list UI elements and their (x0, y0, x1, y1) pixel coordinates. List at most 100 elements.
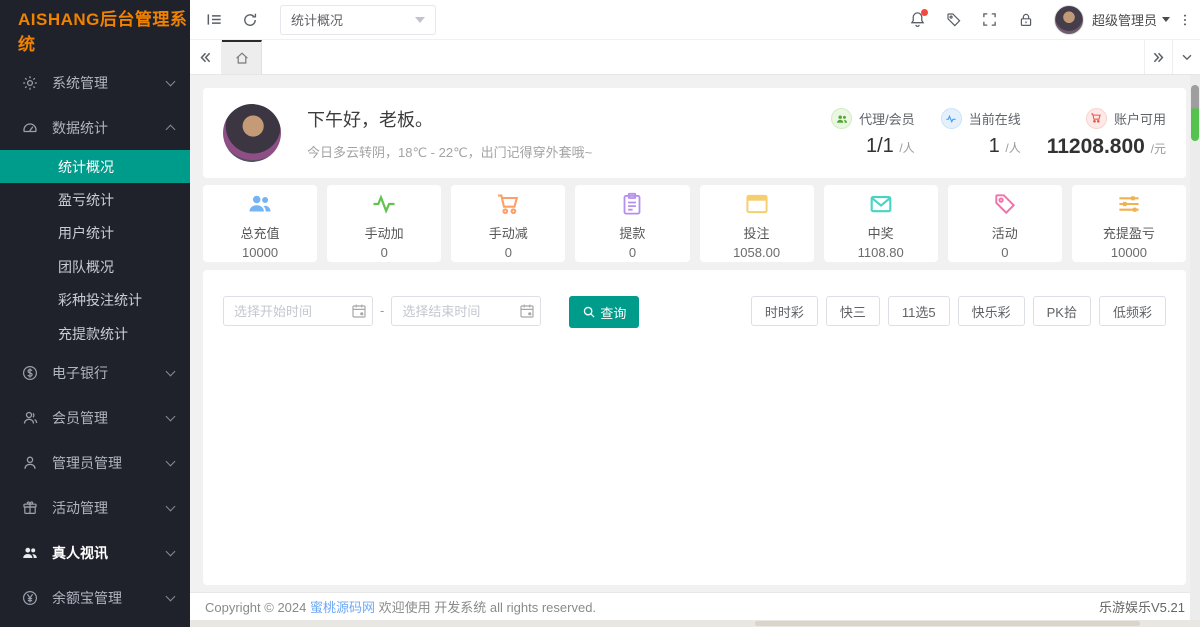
horizontal-scrollbar[interactable] (190, 620, 1200, 627)
tabs-scroll-right-icon[interactable] (1144, 40, 1172, 74)
sidebar-item-deposit-withdraw-stats[interactable]: 充提款统计 (0, 317, 190, 350)
stat-unit: /人 (899, 141, 914, 155)
footer: Copyright © 2024 蜜桃源码网 欢迎使用 开发系统 all rig… (190, 592, 1200, 620)
sidebar-item-label: 电子银行 (52, 363, 167, 383)
lottery-tab-ssc[interactable]: 时时彩 (751, 296, 818, 326)
calendar-icon[interactable] (519, 303, 535, 319)
site-link[interactable]: 蜜桃源码网 (310, 600, 375, 615)
stat-agents-members: 代理/会员 1/1 /人 (831, 108, 915, 158)
stat-cards-row: 总充值 10000 手动加 0 手动减 0 提款 0 投注 1058.00 中奖… (203, 185, 1186, 262)
chevron-down-icon (166, 546, 176, 556)
chevron-down-icon (166, 366, 176, 376)
stat-card-value: 10000 (1111, 245, 1147, 260)
stat-value: 1 (989, 135, 1000, 157)
sidebar-item-label: 活动管理 (52, 498, 167, 518)
stat-card-withdraw[interactable]: 提款 0 (575, 185, 689, 262)
page-select[interactable]: 统计概况 (280, 5, 436, 35)
sidebar-item-live-video[interactable]: 真人视讯 (0, 530, 190, 575)
stat-card-winnings[interactable]: 中奖 1108.80 (824, 185, 938, 262)
tabs-scroll-left-icon[interactable] (190, 40, 222, 74)
stat-card-manual-add[interactable]: 手动加 0 (327, 185, 441, 262)
filter-card: - 查询 时时彩 快三 11选5 快乐彩 PK拾 低频彩 (203, 270, 1186, 585)
vertical-scrollbar-thumb[interactable] (1191, 85, 1199, 141)
sidebar: AISHANG后台管理系统 系统管理 数据统计 统计概况 盈亏统计 用户统计 团… (0, 0, 190, 627)
stat-card-profit-loss[interactable]: 充提盈亏 10000 (1072, 185, 1186, 262)
lottery-tab-k3[interactable]: 快三 (826, 296, 880, 326)
sidebar-item-team-overview[interactable]: 团队概况 (0, 250, 190, 283)
cart-icon (496, 192, 520, 216)
lottery-tab-lowfreq[interactable]: 低频彩 (1099, 296, 1166, 326)
sidebar-item-lottery-bet-stats[interactable]: 彩种投注统计 (0, 284, 190, 317)
stat-card-value: 0 (629, 245, 636, 260)
vertical-scrollbar[interactable] (1190, 75, 1200, 620)
online-icon (941, 108, 962, 129)
submenu-label: 盈亏统计 (58, 190, 114, 210)
chevron-down-icon (166, 501, 176, 511)
users-icon (248, 192, 272, 216)
stat-label: 代理/会员 (859, 109, 915, 128)
sidebar-item-ebank[interactable]: 电子银行 (0, 350, 190, 395)
stat-card-manual-subtract[interactable]: 手动减 0 (451, 185, 565, 262)
horizontal-scrollbar-thumb[interactable] (755, 621, 1140, 626)
sidebar-item-data-stats[interactable]: 数据统计 (0, 105, 190, 150)
sidebar-item-admins[interactable]: 管理员管理 (0, 440, 190, 485)
stat-card-activity[interactable]: 活动 0 (948, 185, 1062, 262)
chevron-down-icon (166, 591, 176, 601)
tabs-menu-icon[interactable] (1172, 40, 1200, 74)
search-icon (582, 305, 596, 319)
live-users-icon (22, 545, 38, 561)
query-button[interactable]: 查询 (569, 296, 639, 328)
stat-card-value: 0 (381, 245, 388, 260)
submenu-label: 用户统计 (58, 223, 114, 243)
tag-icon[interactable] (936, 0, 972, 40)
chevron-up-icon (166, 124, 176, 134)
lottery-tab-pk10[interactable]: PK拾 (1033, 296, 1091, 326)
end-date-field[interactable] (391, 296, 541, 326)
sidebar-item-user-stats[interactable]: 用户统计 (0, 217, 190, 250)
collapse-sidebar-icon[interactable] (196, 0, 232, 40)
kebab-menu-icon[interactable] (1170, 0, 1200, 40)
stat-card-label: 总充值 (241, 223, 280, 242)
gift-icon (22, 500, 38, 516)
stat-card-label: 中奖 (868, 223, 894, 242)
refresh-icon[interactable] (232, 0, 268, 40)
lottery-tab-klc[interactable]: 快乐彩 (958, 296, 1025, 326)
footer-version: 乐游娱乐V5.21 (1099, 597, 1185, 616)
yuan-icon (22, 590, 38, 606)
chevron-down-icon (166, 456, 176, 466)
bell-icon[interactable] (900, 0, 936, 40)
submenu-label: 充提款统计 (58, 324, 128, 344)
sidebar-item-stats-overview[interactable]: 统计概况 (0, 150, 190, 183)
select-caret-icon (415, 17, 425, 23)
sidebar-item-label: 系统管理 (52, 73, 167, 93)
sidebar-item-system[interactable]: 系统管理 (0, 60, 190, 105)
window-icon (745, 192, 769, 216)
sidebar-item-label: 余额宝管理 (52, 588, 167, 608)
stat-card-total-recharge[interactable]: 总充值 10000 (203, 185, 317, 262)
home-icon (234, 50, 250, 66)
sidebar-item-yuebao[interactable]: 余额宝管理 (0, 575, 190, 620)
calendar-icon[interactable] (351, 303, 367, 319)
start-date-field[interactable] (223, 296, 373, 326)
dashboard-icon (22, 120, 38, 136)
stat-label: 当前在线 (969, 109, 1021, 128)
header-right: 超级管理员 (900, 0, 1200, 40)
lottery-tab-11x5[interactable]: 11选5 (888, 296, 950, 326)
user-menu[interactable]: 超级管理员 (1092, 10, 1170, 29)
balance-cart-icon (1086, 108, 1107, 129)
stat-card-bets[interactable]: 投注 1058.00 (700, 185, 814, 262)
user-photo (223, 104, 281, 162)
stat-card-value: 1108.80 (858, 245, 904, 260)
stat-unit: /人 (1005, 141, 1020, 155)
activity-tag-icon (993, 192, 1017, 216)
sidebar-item-activities[interactable]: 活动管理 (0, 485, 190, 530)
tab-home[interactable] (222, 40, 262, 74)
stat-value: 11208.800 (1047, 135, 1145, 158)
sidebar-item-profit-stats[interactable]: 盈亏统计 (0, 183, 190, 216)
lottery-type-buttons: 时时彩 快三 11选5 快乐彩 PK拾 低频彩 (751, 296, 1166, 326)
avatar[interactable] (1054, 5, 1084, 35)
lock-icon[interactable] (1008, 0, 1044, 40)
fullscreen-icon[interactable] (972, 0, 1008, 40)
header-bar: 统计概况 超级管理员 (190, 0, 1200, 40)
sidebar-item-members[interactable]: 会员管理 (0, 395, 190, 440)
